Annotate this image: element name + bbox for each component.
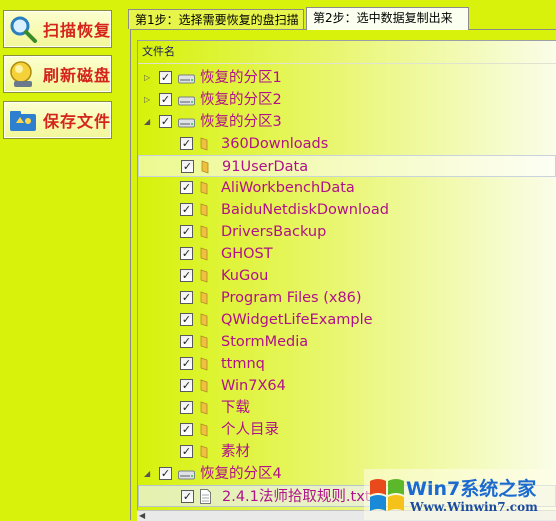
- tab-step2[interactable]: 第2步：选中数据复制出来: [306, 7, 469, 30]
- checkbox[interactable]: ✓: [180, 225, 193, 238]
- folder-label: GHOST: [221, 246, 273, 262]
- folder-icon: [200, 137, 208, 151]
- folder-row[interactable]: ✓ Win7X64: [138, 375, 556, 397]
- save-file-label: 保存文件: [43, 112, 112, 131]
- scan-recover-label: 扫描恢复: [43, 21, 112, 40]
- watermark-url: Www.Winwin7.com: [410, 500, 538, 514]
- checkbox[interactable]: ✓: [180, 379, 193, 392]
- folder-row[interactable]: ✓ AliWorkbenchData: [138, 177, 556, 199]
- folder-row[interactable]: ✓ 个人目录: [138, 419, 556, 441]
- folder-label: Program Files (x86): [221, 290, 362, 306]
- folder-icon: [200, 203, 208, 217]
- folder-row[interactable]: ✓ 素材: [138, 441, 556, 463]
- folder-row[interactable]: ✓ 下载: [138, 397, 556, 419]
- folder-row[interactable]: ✓ KuGou: [138, 265, 556, 287]
- folder-icon: [201, 160, 209, 174]
- refresh-disk-button[interactable]: 刷新磁盘: [3, 55, 112, 93]
- partition-row[interactable]: ▷ ✓ 恢复的分区2: [138, 89, 556, 111]
- folder-label: DriversBackup: [221, 224, 327, 240]
- partition-label: 恢复的分区2: [200, 92, 282, 108]
- folder-label: QWidgetLifeExample: [221, 312, 373, 328]
- save-folder-icon: [10, 111, 36, 131]
- column-header-filename[interactable]: 文件名: [138, 41, 556, 64]
- folder-icon: [200, 247, 208, 261]
- folder-row[interactable]: ✓ StormMedia: [138, 331, 556, 353]
- folder-row[interactable]: ✓ QWidgetLifeExample: [138, 309, 556, 331]
- checkbox[interactable]: ✓: [180, 445, 193, 458]
- checkbox[interactable]: ✓: [180, 181, 193, 194]
- folder-label: 下载: [221, 400, 250, 416]
- checkbox[interactable]: ✓: [180, 247, 193, 260]
- checkbox[interactable]: ✓: [181, 490, 194, 503]
- collapse-arrow-icon[interactable]: ◢: [144, 469, 154, 479]
- drive-icon: [178, 96, 195, 106]
- folder-icon: [200, 423, 208, 437]
- folder-icon: [200, 313, 208, 327]
- folder-label: 360Downloads: [221, 136, 329, 152]
- checkbox[interactable]: ✓: [159, 115, 172, 128]
- file-tree[interactable]: 文件名 ▷ ✓ 恢复的分区1 ▷ ✓ 恢复的分区2 ◢ ✓ 恢复的分区3 ✓ 360Download…: [137, 40, 556, 520]
- folder-label: 素材: [221, 444, 250, 460]
- folder-row[interactable]: ✓ 91UserData: [138, 155, 556, 177]
- folder-row[interactable]: ✓ GHOST: [138, 243, 556, 265]
- folder-label: ttmnq: [221, 356, 265, 372]
- folder-icon: [200, 269, 208, 283]
- folder-icon: [200, 291, 208, 305]
- drive-icon: [178, 74, 195, 84]
- partition-label: 恢复的分区3: [200, 114, 282, 130]
- folder-icon: [200, 181, 208, 195]
- folder-label: Win7X64: [221, 378, 286, 394]
- checkbox[interactable]: ✓: [180, 335, 193, 348]
- refresh-disk-icon: [10, 61, 32, 87]
- expand-arrow-icon[interactable]: ▷: [144, 73, 154, 83]
- drive-icon: [178, 118, 195, 128]
- checkbox[interactable]: ✓: [180, 291, 193, 304]
- folder-icon: [200, 357, 208, 371]
- partition-row[interactable]: ◢ ✓ 恢复的分区3: [138, 111, 556, 133]
- folder-row[interactable]: ✓ Program Files (x86): [138, 287, 556, 309]
- checkbox[interactable]: ✓: [180, 137, 193, 150]
- folder-icon: [200, 379, 208, 393]
- checkbox[interactable]: ✓: [159, 467, 172, 480]
- checkbox[interactable]: ✓: [181, 160, 194, 173]
- folder-row[interactable]: ✓ BaiduNetdiskDownload: [138, 199, 556, 221]
- checkbox[interactable]: ✓: [159, 71, 172, 84]
- folder-label: KuGou: [221, 268, 269, 284]
- checkbox[interactable]: ✓: [180, 423, 193, 436]
- folder-label: BaiduNetdiskDownload: [221, 202, 389, 218]
- scan-recover-button[interactable]: 扫描恢复: [3, 10, 112, 48]
- text-file-icon: [200, 489, 211, 504]
- partition-row[interactable]: ▷ ✓ 恢复的分区1: [138, 67, 556, 89]
- checkbox[interactable]: ✓: [180, 203, 193, 216]
- folder-label: 个人目录: [221, 422, 279, 438]
- folder-row[interactable]: ✓ ttmnq: [138, 353, 556, 375]
- refresh-disk-label: 刷新磁盘: [43, 66, 112, 85]
- watermark-brand: Win7系统之家: [406, 478, 537, 500]
- magnifier-icon: [10, 16, 37, 43]
- folder-icon: [200, 225, 208, 239]
- checkbox[interactable]: ✓: [180, 313, 193, 326]
- checkbox[interactable]: ✓: [180, 269, 193, 282]
- folder-label: AliWorkbenchData: [221, 180, 355, 196]
- checkbox[interactable]: ✓: [159, 93, 172, 106]
- drive-icon: [178, 470, 195, 480]
- expand-arrow-icon[interactable]: ▷: [144, 95, 154, 105]
- file-label: 2.4.1法师拾取规则.txt: [222, 489, 371, 505]
- folder-icon: [200, 445, 208, 459]
- tab-step1[interactable]: 第1步：选择需要恢复的盘扫描: [128, 9, 304, 29]
- checkbox[interactable]: ✓: [180, 357, 193, 370]
- folder-icon: [200, 335, 208, 349]
- folder-row[interactable]: ✓ 360Downloads: [138, 133, 556, 155]
- partition-label: 恢复的分区4: [200, 466, 282, 482]
- folder-icon: [200, 401, 208, 415]
- folder-row[interactable]: ✓ DriversBackup: [138, 221, 556, 243]
- collapse-arrow-icon[interactable]: ◢: [144, 117, 154, 127]
- folder-label: 91UserData: [222, 159, 309, 175]
- save-file-button[interactable]: 保存文件: [3, 101, 112, 139]
- folder-label: StormMedia: [221, 334, 309, 350]
- checkbox[interactable]: ✓: [180, 401, 193, 414]
- partition-label: 恢复的分区1: [200, 70, 282, 86]
